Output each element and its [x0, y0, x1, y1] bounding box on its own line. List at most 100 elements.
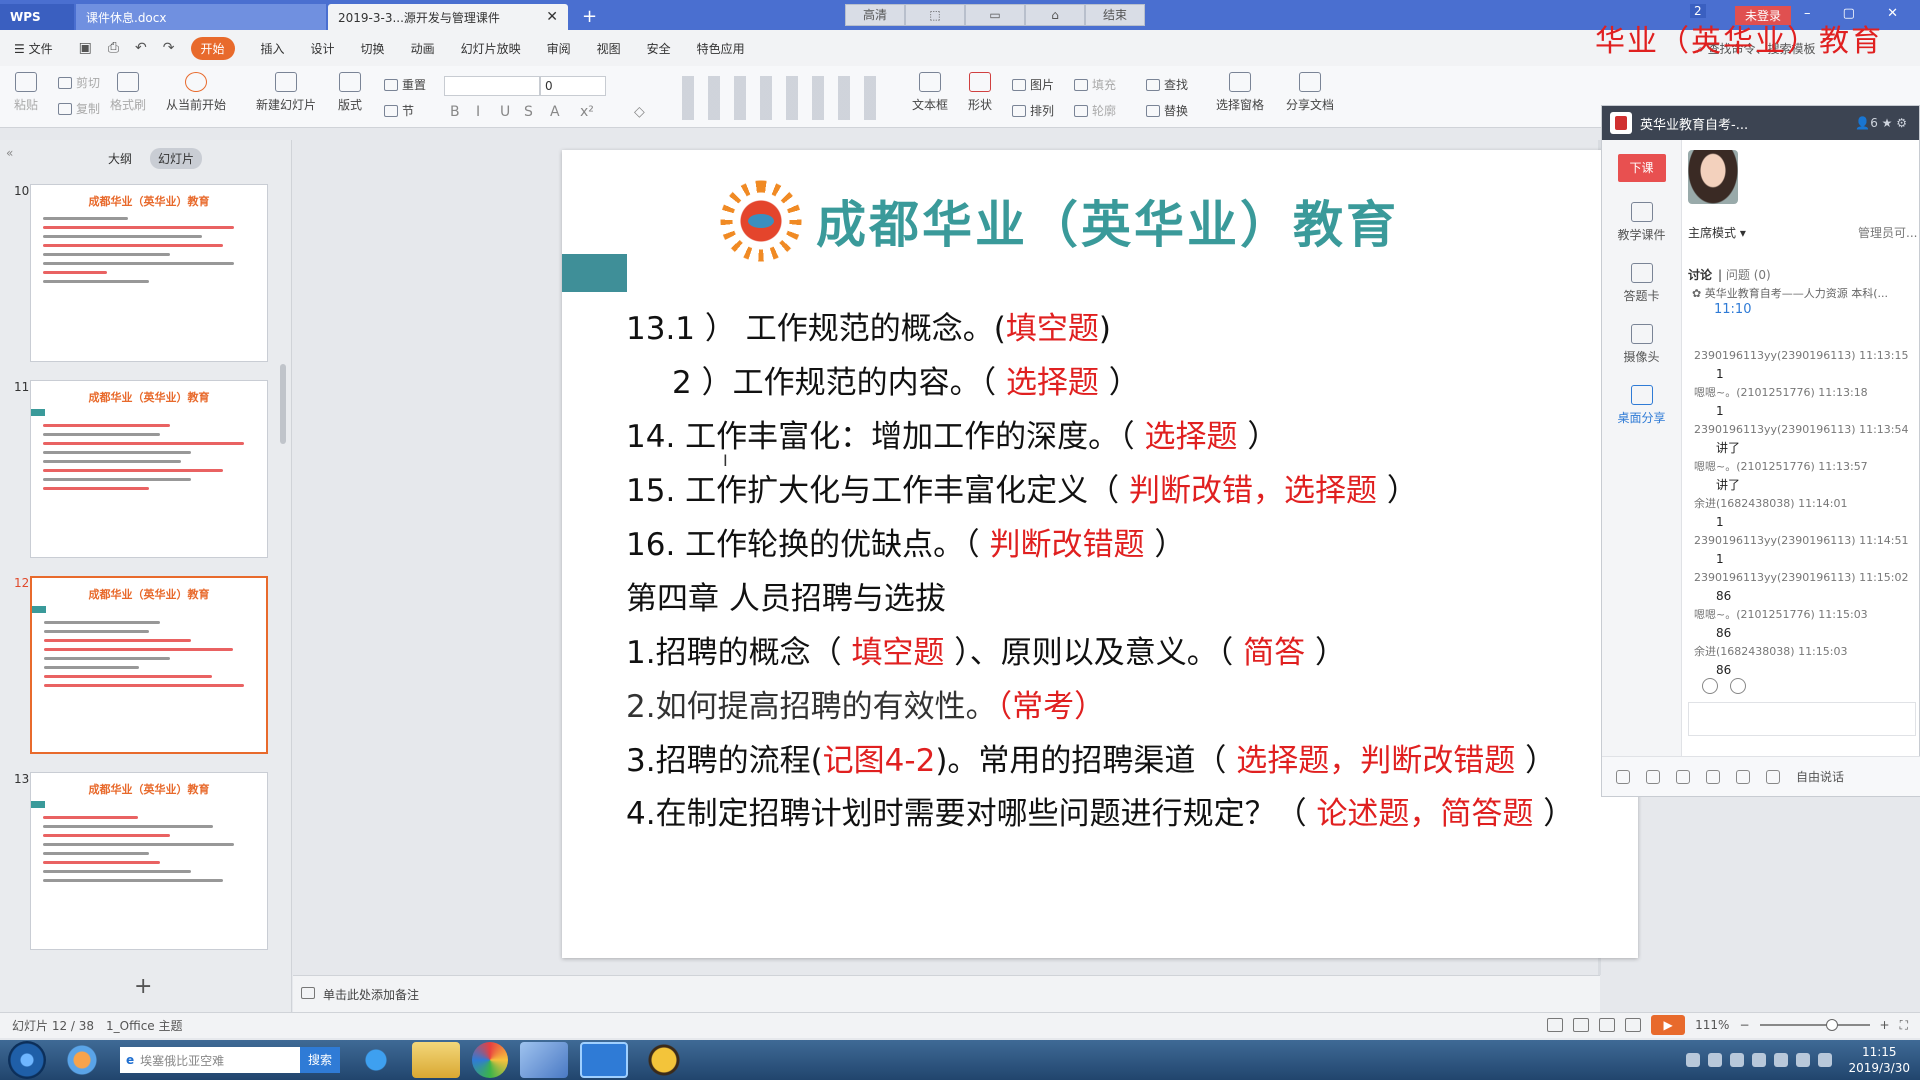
flag-icon[interactable] [1774, 1053, 1789, 1067]
wps-taskbar-icon[interactable] [580, 1042, 628, 1078]
end-button[interactable]: 结束 [1085, 4, 1145, 26]
class-app-icon[interactable] [640, 1042, 688, 1078]
fill-button[interactable]: 填充 [1074, 76, 1116, 93]
hd-button[interactable]: 高清 [845, 4, 905, 26]
normal-view-icon[interactable] [1573, 1018, 1590, 1032]
microphone-icon[interactable] [1706, 769, 1720, 784]
current-slide[interactable]: 成都华业（英华业）教育 13.1 ） 工作规范的概念。(填空题) 2 ）工作规范… [562, 150, 1638, 958]
camera-tool[interactable]: 摄像头 [1602, 324, 1681, 365]
exit-icon[interactable] [1616, 769, 1630, 784]
tab-docx[interactable]: 课件休息.docx [76, 4, 326, 30]
chair-mode-dropdown[interactable]: 主席模式 ▾ [1688, 224, 1746, 241]
font-size-select[interactable]: 0 [540, 76, 606, 96]
menu-file[interactable]: ☰ 文件 [14, 40, 53, 57]
window-button[interactable]: ▭ [965, 4, 1025, 26]
format-painter-button[interactable]: 格式刷 [110, 72, 146, 113]
free-talk-button[interactable]: 自由说话 [1796, 768, 1844, 785]
underline-icon[interactable]: U [500, 104, 510, 120]
tab-wps[interactable]: WPS [0, 4, 74, 30]
taskbar-search-button[interactable]: 搜索 [300, 1047, 340, 1073]
tray-app-icon[interactable] [1730, 1053, 1745, 1067]
redo-icon[interactable]: ↷ [163, 40, 175, 56]
ie-icon[interactable] [352, 1042, 400, 1078]
explorer-folder-icon[interactable] [412, 1042, 460, 1078]
clock[interactable]: 11:15 2019/3/30 [1848, 1044, 1910, 1076]
speaker-icon[interactable] [1676, 769, 1690, 784]
courseware-tool[interactable]: 教学课件 [1602, 202, 1681, 243]
menu-slideshow[interactable]: 幻灯片放映 [461, 40, 521, 57]
chat-list[interactable]: 2390196113yy(2390196113) 11:13:15 1 嗯嗯~。(… [1694, 348, 1918, 681]
bold-icon[interactable]: B [450, 104, 460, 120]
strikethrough-icon[interactable]: S [524, 104, 533, 120]
play-from-current-button[interactable]: 从当前开始 [166, 72, 226, 113]
menu-start[interactable]: 开始 [190, 36, 235, 60]
colorful-app-icon[interactable] [472, 1042, 508, 1078]
superscript-icon[interactable]: x² [580, 104, 594, 120]
tab-question[interactable]: 问题 (0) [1726, 268, 1771, 282]
keyboard-icon[interactable] [1686, 1053, 1701, 1067]
outline-button[interactable]: 轮廓 [1074, 102, 1116, 119]
save-icon[interactable]: ▣ [79, 40, 92, 56]
help-icon[interactable] [1708, 1053, 1723, 1067]
network-icon[interactable] [1796, 1053, 1811, 1067]
print-icon[interactable]: ⎙ [108, 40, 119, 56]
tab-discuss[interactable]: 讨论 [1688, 268, 1712, 282]
tab-outline[interactable]: 大纲 [100, 148, 140, 169]
menu-view[interactable]: 视图 [597, 40, 621, 57]
zoom-out-icon[interactable]: − [1739, 1018, 1749, 1032]
zoom-slider[interactable] [1759, 1019, 1870, 1031]
cut-button[interactable]: 剪切 [58, 74, 100, 91]
copy-button[interactable]: 复制 [58, 100, 100, 117]
close-tab-icon[interactable]: ✕ [546, 9, 558, 25]
settings-icon[interactable] [1646, 769, 1660, 784]
end-class-button[interactable]: 下课 [1617, 154, 1666, 182]
paragraph-tools[interactable] [676, 76, 886, 120]
taskbar-search-input[interactable]: e 埃塞俄比亚空难 [120, 1047, 300, 1073]
menu-insert[interactable]: 插入 [261, 40, 285, 57]
zoom-in-icon[interactable]: + [1880, 1018, 1890, 1032]
chat-input[interactable] [1688, 702, 1916, 736]
reading-view-icon[interactable] [1625, 1018, 1642, 1032]
emoji-icon[interactable] [1702, 678, 1718, 694]
reset-button[interactable]: 重置 [384, 76, 426, 93]
start-button[interactable] [8, 1041, 46, 1079]
menu-design[interactable]: 设计 [311, 40, 335, 57]
volume-icon[interactable] [1766, 769, 1780, 784]
picture-button[interactable]: 图片 [1012, 76, 1054, 93]
replace-button[interactable]: 替换 [1146, 102, 1188, 119]
notes-toggle-icon[interactable] [1547, 1018, 1564, 1032]
add-slide-icon[interactable]: + [134, 974, 152, 999]
undo-icon[interactable]: ↶ [135, 40, 147, 56]
menu-security[interactable]: 安全 [647, 40, 671, 57]
new-slide-button[interactable]: 新建幻灯片 [256, 72, 316, 113]
zoom-level[interactable]: 111% [1695, 1018, 1729, 1032]
section-button[interactable]: 节 [384, 102, 414, 119]
menu-special[interactable]: 特色应用 [697, 40, 745, 57]
tab-pptx[interactable]: 2019-3-3...源开发与管理课件 ✕ [328, 4, 568, 30]
font-color-icon[interactable]: A [550, 104, 560, 120]
shape-button[interactable]: 形状 [968, 72, 992, 113]
bird-app-icon[interactable] [520, 1042, 568, 1078]
layout-button[interactable]: 版式 [338, 72, 362, 113]
tab-slides[interactable]: 幻灯片 [150, 148, 203, 169]
volume-tray-icon[interactable] [1818, 1053, 1833, 1067]
new-tab-icon[interactable]: + [582, 4, 597, 30]
menu-animation[interactable]: 动画 [411, 40, 435, 57]
screen-button[interactable]: ⬚ [905, 4, 965, 26]
slide-content[interactable]: 13.1 ） 工作规范的概念。(填空题) 2 ）工作规范的内容。（ 选择题 ） … [626, 302, 1606, 834]
menu-transition[interactable]: 切换 [361, 40, 385, 57]
answer-card-tool[interactable]: 答题卡 [1602, 263, 1681, 304]
collapse-panel-icon[interactable]: « [6, 146, 13, 160]
gear-icon[interactable] [1730, 678, 1746, 694]
sorter-view-icon[interactable] [1599, 1018, 1616, 1032]
font-family-select[interactable] [444, 76, 540, 96]
menu-review[interactable]: 审阅 [547, 40, 571, 57]
desktop-share-tool[interactable]: 桌面分享 [1602, 385, 1681, 426]
panel-scrollbar[interactable] [280, 364, 286, 444]
paste-button[interactable]: 粘贴 [14, 72, 38, 113]
clear-format-icon[interactable]: ◇ [634, 104, 645, 120]
italic-icon[interactable]: I [476, 104, 480, 120]
music-icon[interactable] [1736, 769, 1750, 784]
home-button[interactable]: ⌂ [1025, 4, 1085, 26]
fit-window-icon[interactable]: ⛶ [1900, 1018, 1908, 1033]
